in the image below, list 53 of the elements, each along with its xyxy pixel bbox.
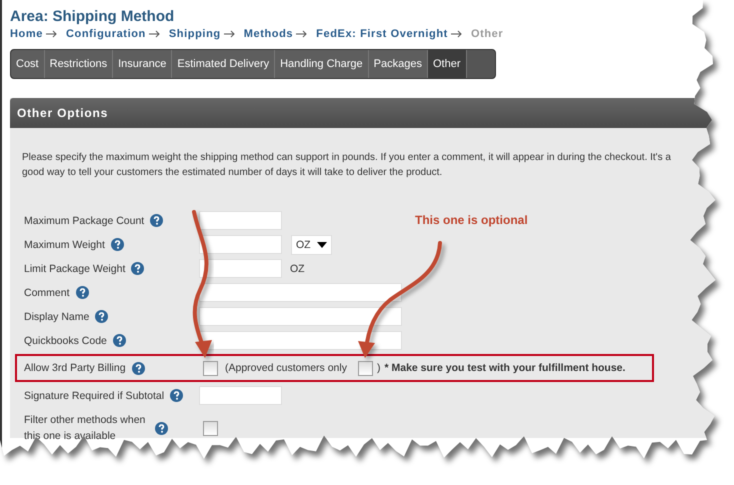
field-label: Maximum Weight <box>24 238 105 250</box>
help-icon[interactable] <box>132 362 145 374</box>
text-field[interactable] <box>199 283 402 302</box>
field-label: Maximum Package Count <box>24 214 144 226</box>
field-label: Quickbooks Code <box>24 334 107 346</box>
unit-dropdown[interactable]: OZ <box>291 234 332 254</box>
tab[interactable]: Restrictions <box>44 50 114 78</box>
field-label: Comment <box>24 286 70 298</box>
breadcrumb-link[interactable]: FedEx: First Overnight <box>316 28 448 40</box>
tab[interactable]: Other <box>428 50 466 78</box>
help-icon[interactable] <box>170 389 184 402</box>
field-label: Display Name <box>24 310 90 322</box>
help-icon[interactable] <box>76 286 89 299</box>
arrow-icon <box>224 30 236 38</box>
field-label: Allow 3rd Party Billing <box>24 362 126 374</box>
breadcrumb-link[interactable]: Shipping <box>168 28 221 40</box>
arrow-icon <box>450 30 463 38</box>
text-field[interactable] <box>199 259 282 278</box>
field-label: Limit Package Weight <box>24 262 126 274</box>
text-field[interactable] <box>199 235 282 254</box>
unit-label: OZ <box>290 262 305 274</box>
help-icon[interactable] <box>95 310 108 323</box>
annotation-text: This one is optional <box>415 213 528 227</box>
tab[interactable]: Handling Charge <box>275 50 369 78</box>
checkbox[interactable] <box>203 360 218 376</box>
text-field[interactable] <box>199 211 282 230</box>
checkbox[interactable] <box>358 360 373 376</box>
breadcrumb-link[interactable]: Configuration <box>66 28 146 40</box>
tab[interactable]: Packages <box>368 50 428 78</box>
help-icon[interactable] <box>110 238 124 251</box>
description: Please specify the maximum weight the shipping method can support in pounds. If you enter a comment, it will appear in during the checkout. It's a good way to tell your customers the estimated number of days it will take to deliver the product. <box>22 151 672 180</box>
note-text: ) <box>376 362 380 374</box>
text-field[interactable] <box>199 386 282 405</box>
caret-icon <box>316 242 327 248</box>
arrow-icon <box>46 30 58 38</box>
tab[interactable]: Insurance <box>113 50 172 78</box>
arrow-icon <box>296 30 308 38</box>
tab[interactable]: Estimated Delivery <box>172 50 276 78</box>
page-title: Area: Shipping Method <box>10 8 176 25</box>
tab[interactable]: Cost <box>11 50 45 78</box>
text-field[interactable] <box>199 331 402 350</box>
help-icon[interactable] <box>112 334 126 347</box>
breadcrumb-link[interactable]: Methods <box>244 28 294 40</box>
checkbox[interactable] <box>203 420 218 436</box>
field-label: Signature Required if Subtotal <box>24 390 164 402</box>
arrow-icon <box>148 30 161 38</box>
help-icon[interactable] <box>150 214 164 227</box>
help-icon[interactable] <box>155 422 168 434</box>
warning-text: * Make sure you test with your fulfillment house. <box>384 362 626 374</box>
text-field[interactable] <box>199 307 402 326</box>
breadcrumb-link[interactable]: Home <box>10 28 43 40</box>
help-icon[interactable] <box>131 262 144 275</box>
note-text: (Approved customers only <box>225 362 347 374</box>
